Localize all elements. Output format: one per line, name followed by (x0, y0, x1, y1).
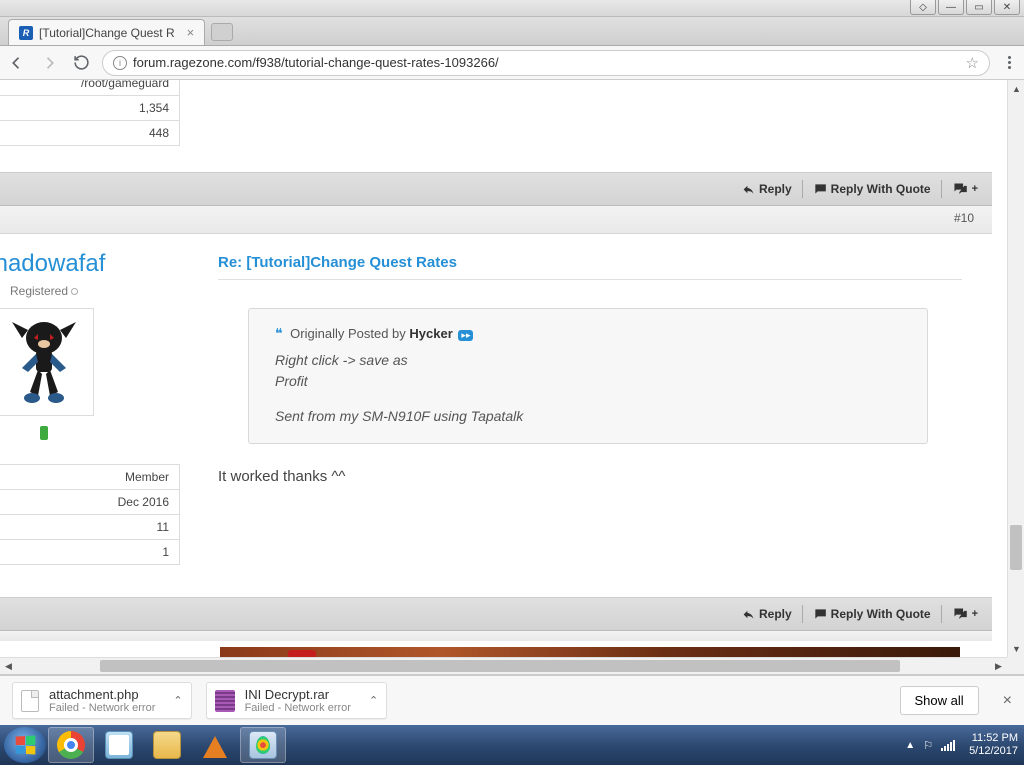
stat-received: ceived)448 (0, 121, 180, 146)
network-icon[interactable] (941, 739, 955, 751)
download-name: attachment.php (49, 687, 155, 702)
file-icon (21, 690, 39, 712)
avatar[interactable] (0, 308, 94, 416)
post-title-link[interactable]: Re: [Tutorial]Change Quest Rates (218, 254, 962, 280)
minimize-button[interactable]: ― (938, 0, 964, 15)
stat-location: /root/gameguard (0, 80, 180, 96)
download-status: Failed - Network error (49, 702, 155, 714)
maximize-button[interactable]: ▭ (966, 0, 992, 15)
toolbar: i forum.ragezone.com/f938/tutorial-chang… (0, 46, 1024, 80)
clock[interactable]: 11:52 PM 5/12/2017 (969, 732, 1018, 758)
online-indicator-icon (40, 426, 48, 440)
scroll-up-icon[interactable]: ▲ (1008, 80, 1024, 97)
post-number[interactable]: #10 (954, 211, 974, 225)
show-all-downloads-button[interactable]: Show all (900, 686, 979, 715)
stat-posts: 1,354 (0, 96, 180, 121)
stat-joined: Dec 2016 (0, 490, 180, 515)
tray-overflow-icon[interactable]: ▲ (905, 740, 915, 751)
stat-received: ceived)1 (0, 540, 180, 565)
taskbar-item-chrome[interactable] (48, 727, 94, 763)
prev-user-stats: /root/gameguard 1,354 ceived)448 (0, 80, 180, 146)
online-status-icon (71, 288, 78, 295)
user-title: Registered (0, 284, 188, 298)
reply-button[interactable]: Reply (742, 607, 792, 621)
new-tab-button[interactable] (211, 23, 233, 41)
vertical-scrollbar[interactable]: ▲ ▼ (1007, 80, 1024, 657)
archive-icon (215, 690, 235, 712)
scroll-thumb[interactable] (100, 660, 900, 672)
tab-title: [Tutorial]Change Quest R (39, 26, 175, 40)
start-button[interactable] (4, 727, 46, 763)
back-button[interactable] (6, 52, 28, 74)
goto-post-icon[interactable]: ▸▸ (458, 330, 473, 341)
chevron-up-icon[interactable]: ⌃ (369, 694, 378, 707)
multiquote-button[interactable]: + (952, 182, 978, 196)
close-shelf-icon[interactable]: × (1003, 692, 1012, 710)
stat-posts: 11 (0, 515, 180, 540)
download-item[interactable]: INI Decrypt.rar Failed - Network error ⌃ (206, 682, 388, 719)
quote-icon: ❝ (275, 325, 283, 341)
folder-icon (153, 731, 181, 759)
browser-tab[interactable]: R [Tutorial]Change Quest R × (8, 19, 205, 45)
taskbar-item-explorer[interactable] (144, 727, 190, 763)
tab-strip: R [Tutorial]Change Quest R × (0, 17, 1024, 46)
reply-button[interactable]: Reply (742, 182, 792, 196)
window-controls: ◇ ― ▭ ✕ (910, 0, 1020, 15)
chevron-up-icon[interactable]: ⌃ (173, 694, 182, 707)
bookmark-star-icon[interactable]: ☆ (966, 54, 979, 72)
scroll-down-icon[interactable]: ▼ (1008, 640, 1024, 657)
multiquote-button[interactable]: + (952, 607, 978, 621)
download-name: INI Decrypt.rar (245, 687, 351, 702)
taskbar-item-vlc[interactable] (192, 727, 238, 763)
horizontal-scrollbar[interactable]: ◀ ▶ (0, 657, 1007, 674)
user-stats: Member Dec 2016 11 ceived)1 (0, 464, 188, 565)
scroll-right-icon[interactable]: ▶ (990, 658, 1007, 675)
reload-button[interactable] (70, 52, 92, 74)
post-number-bar: #10 (0, 206, 992, 234)
taskbar-item-notepad[interactable] (96, 727, 142, 763)
chrome-menu-button[interactable] (1000, 56, 1018, 69)
favicon-icon: R (19, 26, 33, 40)
taskbar: ▲ ⚐ 11:52 PM 5/12/2017 (0, 725, 1024, 765)
page-viewport: /root/gameguard 1,354 ceived)448 ⚠ Reply… (0, 80, 1024, 675)
scroll-corner (1007, 657, 1024, 674)
chrome-icon (57, 731, 85, 759)
address-bar[interactable]: i forum.ragezone.com/f938/tutorial-chang… (102, 50, 990, 76)
download-status: Failed - Network error (245, 702, 351, 714)
action-center-icon[interactable]: ⚐ (923, 739, 933, 752)
user-switch-button[interactable]: ◇ (910, 0, 936, 15)
user-column: shadowafaf Registered Member Dec 2016 11… (0, 234, 188, 573)
downloads-shelf: attachment.php Failed - Network error ⌃ … (0, 675, 1024, 725)
quote-block: ❝ Originally Posted by Hycker ▸▸ Right c… (248, 308, 928, 444)
reply-with-quote-button[interactable]: Reply With Quote (813, 182, 931, 196)
quote-author[interactable]: Hycker (409, 326, 452, 341)
vlc-icon (203, 736, 227, 758)
scroll-thumb[interactable] (1010, 525, 1022, 570)
window-close-button[interactable]: ✕ (994, 0, 1020, 15)
post-text: It worked thanks ^^ (218, 468, 962, 485)
username-link[interactable]: shadowafaf (0, 250, 188, 278)
window-frame-top: ◇ ― ▭ ✕ (0, 0, 1024, 17)
site-info-icon[interactable]: i (113, 56, 127, 70)
url-text: forum.ragezone.com/f938/tutorial-change-… (133, 55, 960, 70)
reply-with-quote-button[interactable]: Reply With Quote (813, 607, 931, 621)
tab-close-icon[interactable]: × (187, 25, 195, 40)
notepad-icon (105, 731, 133, 759)
forum-post: shadowafaf Registered Member Dec 2016 11… (0, 234, 992, 573)
taskbar-item-paint[interactable] (240, 727, 286, 763)
stat-rank: Member (0, 464, 180, 490)
post-body-column: Re: [Tutorial]Change Quest Rates ❝ Origi… (188, 234, 992, 573)
paint-icon (249, 731, 277, 759)
post-action-bar: ⚠ Reply Reply With Quote + (0, 172, 992, 206)
post-action-bar: ⚠ Reply Reply With Quote + (0, 597, 992, 631)
forward-button[interactable] (38, 52, 60, 74)
quote-header: ❝ Originally Posted by Hycker ▸▸ (275, 325, 901, 342)
download-item[interactable]: attachment.php Failed - Network error ⌃ (12, 682, 192, 719)
quote-body: Right click -> save as Profit Sent from … (275, 350, 901, 427)
system-tray: ▲ ⚐ 11:52 PM 5/12/2017 (905, 725, 1018, 765)
forum-page: /root/gameguard 1,354 ceived)448 ⚠ Reply… (0, 80, 1000, 667)
scroll-left-icon[interactable]: ◀ (0, 658, 17, 675)
